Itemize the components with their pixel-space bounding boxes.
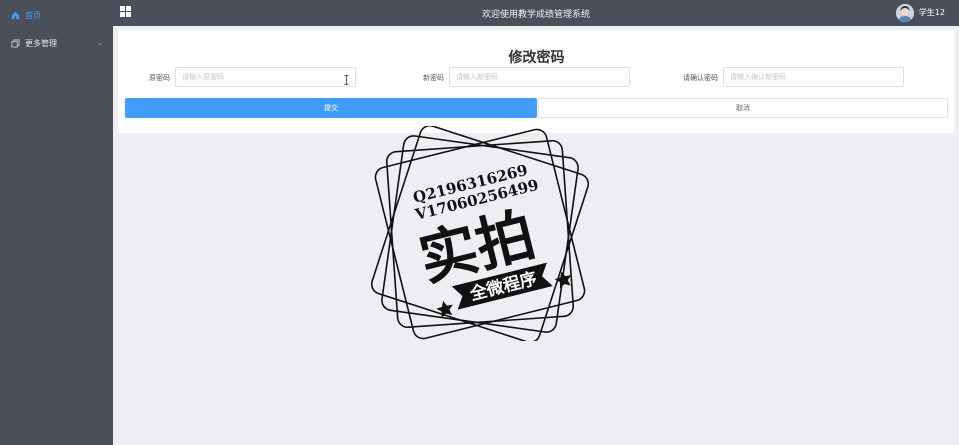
home-icon bbox=[11, 11, 20, 20]
watermark-stamp: Q2196316269 V17060256499 实拍 全微程序 bbox=[370, 126, 590, 341]
user-menu[interactable]: 学生12 bbox=[895, 2, 945, 23]
confirm-password-label: 请确认密码 bbox=[683, 74, 718, 82]
old-password-input[interactable] bbox=[175, 67, 356, 87]
avatar bbox=[895, 3, 914, 22]
copy-icon bbox=[11, 38, 20, 48]
topbar: 欢迎使用教学成绩管理系统 学生12 bbox=[113, 0, 959, 26]
sidebar-item-label: 更多管理 bbox=[25, 38, 57, 48]
new-password-input[interactable] bbox=[449, 67, 630, 87]
chevron-down-icon bbox=[97, 40, 103, 46]
submit-button[interactable]: 提交 bbox=[125, 98, 537, 118]
sidebar-item-more-management[interactable]: 更多管理 bbox=[0, 29, 113, 57]
old-password-label: 原密码 bbox=[149, 74, 170, 82]
sidebar: 首页 更多管理 bbox=[0, 0, 113, 445]
text-cursor-icon bbox=[344, 75, 349, 85]
confirm-password-input[interactable] bbox=[723, 67, 904, 87]
page-title: 修改密码 bbox=[508, 50, 565, 66]
cancel-button[interactable]: 取消 bbox=[538, 98, 948, 118]
sidebar-item-home[interactable]: 首页 bbox=[0, 1, 113, 29]
new-password-label: 新密码 bbox=[423, 74, 444, 82]
sidebar-item-label: 首页 bbox=[25, 10, 41, 20]
app-title: 欢迎使用教学成绩管理系统 bbox=[481, 10, 590, 20]
change-password-card: 修改密码 原密码 新密码 请确认密码 提交 取消 bbox=[118, 30, 955, 133]
user-name: 学生12 bbox=[918, 8, 945, 17]
